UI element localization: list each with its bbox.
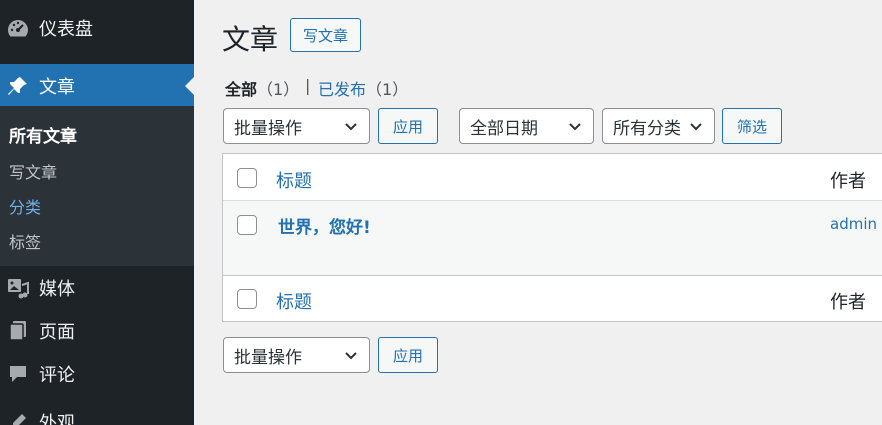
bulk-action-value: 批量操作 (234, 118, 302, 139)
appearance-icon (6, 410, 30, 425)
page-title: 文章 (222, 23, 279, 56)
select-all-checkbox-footer[interactable] (237, 289, 257, 309)
sidebar-item-media[interactable]: 媒体 (0, 266, 194, 309)
chevron-down-icon (345, 123, 357, 131)
sidebar-item-posts[interactable]: 文章 (0, 64, 194, 107)
category-filter-value: 所有分类 (613, 118, 681, 139)
category-filter-select[interactable]: 所有分类 (602, 108, 715, 144)
sidebar-item-pages[interactable]: 页面 (0, 309, 194, 352)
date-filter-value: 全部日期 (470, 118, 538, 139)
submenu-add-new[interactable]: 写文章 (9, 159, 57, 183)
column-title-header[interactable]: 标题 (276, 167, 312, 193)
sidebar-item-label: 文章 (39, 76, 75, 98)
chevron-down-icon (345, 352, 357, 360)
add-new-post-button[interactable]: 写文章 (290, 18, 361, 52)
dashboard-icon (6, 16, 30, 40)
apply-button[interactable]: 应用 (378, 108, 438, 144)
media-icon (6, 276, 30, 300)
sidebar-item-appearance[interactable]: 外观 (0, 400, 194, 425)
pages-icon (6, 319, 30, 343)
sidebar-item-label: 评论 (39, 364, 75, 386)
sidebar-item-label: 页面 (39, 321, 75, 343)
bulk-action-select-bottom[interactable]: 批量操作 (223, 337, 370, 373)
bulk-action-select[interactable]: 批量操作 (223, 108, 370, 144)
filter-separator: | (305, 76, 311, 95)
admin-sidebar: 仪表盘 文章 所有文章 写文章 分类 标签 媒体 页面 评论 外观 (0, 0, 194, 425)
bulk-action-value: 批量操作 (234, 347, 302, 368)
filter-button[interactable]: 筛选 (722, 108, 782, 144)
row-checkbox[interactable] (237, 215, 257, 235)
table-row: 世界，您好! admin (223, 200, 882, 276)
pin-icon (6, 74, 30, 98)
sidebar-item-label: 媒体 (39, 278, 75, 300)
submenu-all-posts[interactable]: 所有文章 (9, 122, 77, 147)
chevron-down-icon (690, 123, 702, 131)
posts-submenu: 所有文章 写文章 分类 标签 (0, 106, 194, 266)
filter-all-label: 全部 (225, 80, 258, 99)
select-all-checkbox[interactable] (237, 168, 257, 188)
column-author-header: 作者 (830, 171, 866, 192)
submenu-tags[interactable]: 标签 (9, 229, 41, 253)
posts-table: 标题 作者 世界，您好! admin 标题 作者 (222, 153, 882, 322)
status-filter-published[interactable]: 已发布（1） (318, 76, 408, 100)
filter-all-count: （1） (257, 80, 300, 99)
table-footer: 标题 作者 (223, 276, 882, 322)
column-title-footer[interactable]: 标题 (276, 288, 312, 314)
table-header: 标题 作者 (223, 154, 882, 200)
apply-button-bottom[interactable]: 应用 (378, 337, 438, 373)
sidebar-item-comments[interactable]: 评论 (0, 352, 194, 395)
comment-icon (6, 362, 30, 386)
sidebar-item-label: 外观 (39, 412, 75, 425)
sidebar-item-dashboard[interactable]: 仪表盘 (0, 6, 194, 49)
post-title-link[interactable]: 世界，您好! (278, 213, 371, 238)
date-filter-select[interactable]: 全部日期 (459, 108, 594, 144)
filter-published-label: 已发布 (318, 80, 367, 99)
post-author-link[interactable]: admin (830, 215, 877, 233)
column-author-footer: 作者 (830, 292, 866, 313)
submenu-categories[interactable]: 分类 (9, 194, 41, 218)
active-indicator (185, 76, 194, 95)
status-filter-all[interactable]: 全部（1） (225, 76, 299, 100)
filter-published-count: （1） (366, 80, 409, 99)
sidebar-item-label: 仪表盘 (39, 18, 93, 40)
chevron-down-icon (569, 123, 581, 131)
